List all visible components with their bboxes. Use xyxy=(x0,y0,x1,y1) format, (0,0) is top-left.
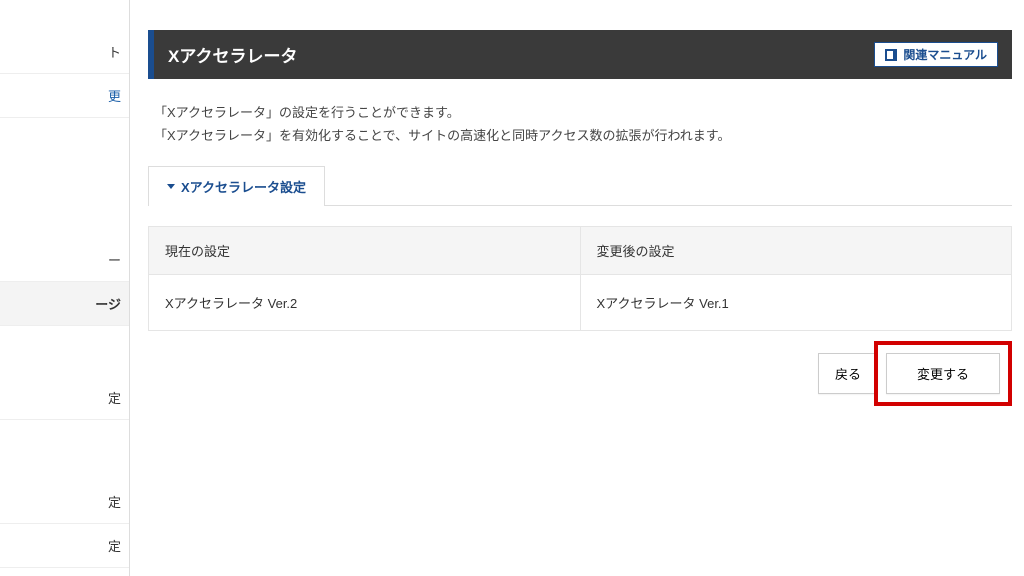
manual-icon xyxy=(885,49,897,61)
settings-table: 現在の設定 変更後の設定 Xアクセラレータ Ver.2 Xアクセラレータ Ver… xyxy=(148,226,1012,331)
chevron-down-icon xyxy=(167,184,175,189)
description-line: 「Xアクセラレータ」の設定を行うことができます。 xyxy=(154,101,1012,124)
sidebar-item[interactable]: ト xyxy=(0,30,129,74)
sidebar-item[interactable]: 定 xyxy=(0,376,129,420)
sidebar-item[interactable]: ー xyxy=(0,238,129,282)
description-line: 「Xアクセラレータ」を有効化することで、サイトの高速化と同時アクセス数の拡張が行… xyxy=(154,124,1012,147)
description: 「Xアクセラレータ」の設定を行うことができます。 「Xアクセラレータ」を有効化す… xyxy=(148,79,1012,166)
page-title: Xアクセラレータ xyxy=(168,42,298,67)
manual-button[interactable]: 関連マニュアル xyxy=(874,42,998,67)
tab-accelerator-settings[interactable]: Xアクセラレータ設定 xyxy=(148,166,325,206)
main-content: Xアクセラレータ 関連マニュアル 「Xアクセラレータ」の設定を行うことができます… xyxy=(130,0,1024,576)
page-header: Xアクセラレータ 関連マニュアル xyxy=(148,30,1012,79)
tab-label: Xアクセラレータ設定 xyxy=(181,177,306,196)
change-button[interactable]: 変更する xyxy=(886,353,1000,394)
tab-row: Xアクセラレータ設定 xyxy=(148,166,1012,206)
table-cell-current: Xアクセラレータ Ver.2 xyxy=(149,274,581,330)
sidebar-item[interactable]: 更 xyxy=(0,74,129,118)
sidebar-item-active[interactable]: ージ xyxy=(0,282,129,326)
table-header-after: 変更後の設定 xyxy=(580,226,1012,274)
manual-label: 関連マニュアル xyxy=(903,46,987,63)
table-cell-after: Xアクセラレータ Ver.1 xyxy=(580,274,1012,330)
sidebar: ト 更 ー ージ 定 定 定 xyxy=(0,0,130,576)
sidebar-item[interactable]: 定 xyxy=(0,480,129,524)
sidebar-item[interactable]: 定 xyxy=(0,524,129,568)
table-row: Xアクセラレータ Ver.2 Xアクセラレータ Ver.1 xyxy=(149,274,1012,330)
table-header-current: 現在の設定 xyxy=(149,226,581,274)
highlight-frame: 変更する xyxy=(874,341,1012,406)
button-row: 戻る 変更する xyxy=(148,341,1012,406)
back-button[interactable]: 戻る xyxy=(818,353,878,394)
